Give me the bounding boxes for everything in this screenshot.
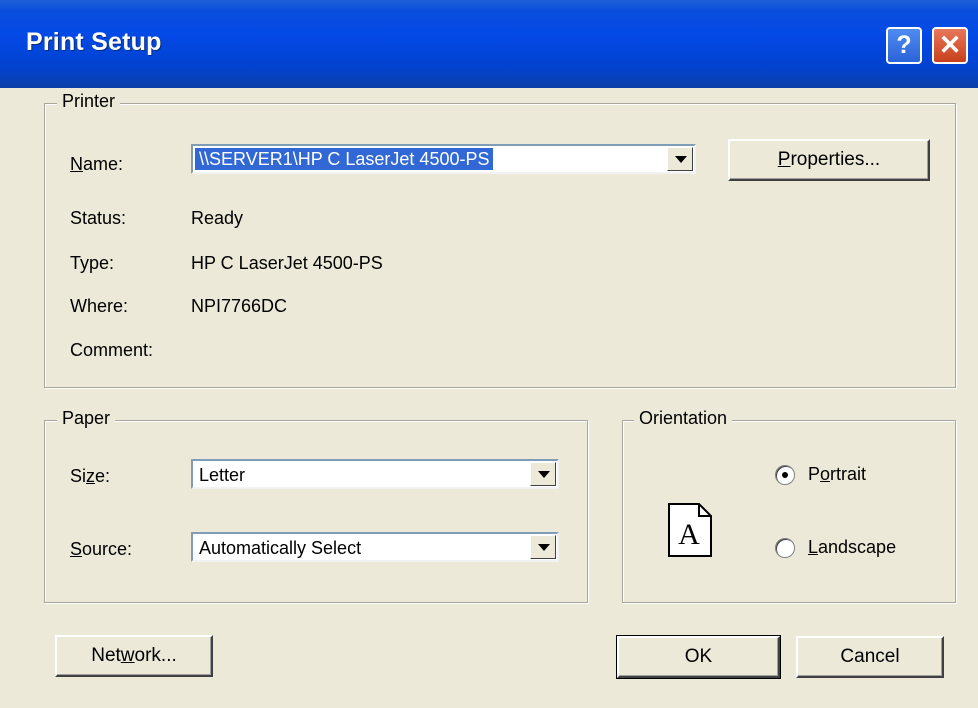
help-icon[interactable]: ? [886,27,922,64]
title-bar[interactable]: Print Setup ? ✕ [0,0,978,88]
printer-name-value: \\SERVER1\HP C LaserJet 4500-PS [195,148,494,170]
network-button[interactable]: Network... [55,635,213,677]
page-portrait-icon: A [668,503,712,557]
landscape-label[interactable]: Landscape [808,537,896,558]
type-value: HP C LaserJet 4500-PS [191,253,383,273]
comment-label: Comment: [70,340,154,360]
where-value: NPI7766DC [191,296,288,316]
close-icon[interactable]: ✕ [932,27,968,64]
landscape-radio[interactable] [775,538,795,558]
properties-button[interactable]: Properties... [728,139,930,181]
status-value: Ready [191,208,244,228]
chevron-down-icon[interactable] [530,462,556,486]
print-setup-dialog: Print Setup ? ✕ Printer Name: \\SERVER1\… [0,0,978,708]
where-label: Where: [70,296,129,316]
printer-legend: Printer [57,91,121,112]
orientation-legend: Orientation [634,408,733,429]
portrait-label[interactable]: Portrait [808,464,866,485]
paper-source-select[interactable]: Automatically Select [191,532,559,562]
type-label: Type: [70,253,115,273]
source-label: Source: [70,539,133,559]
name-label: Name: [70,154,124,174]
chevron-down-icon[interactable] [530,535,556,559]
ok-button[interactable]: OK [616,635,781,679]
size-label: Size: [70,466,111,486]
window-title: Print Setup [26,28,162,56]
printer-name-select[interactable]: \\SERVER1\HP C LaserJet 4500-PS [191,144,696,174]
paper-size-select[interactable]: Letter [191,459,559,489]
paper-legend: Paper [57,408,116,429]
paper-source-value: Automatically Select [199,538,362,558]
cancel-button[interactable]: Cancel [796,636,944,678]
page-icon-letter: A [678,518,700,551]
chevron-down-icon[interactable] [667,147,693,171]
portrait-radio[interactable] [775,465,795,485]
paper-size-value: Letter [199,465,246,485]
status-label: Status: [70,208,127,228]
paper-group [44,420,588,603]
